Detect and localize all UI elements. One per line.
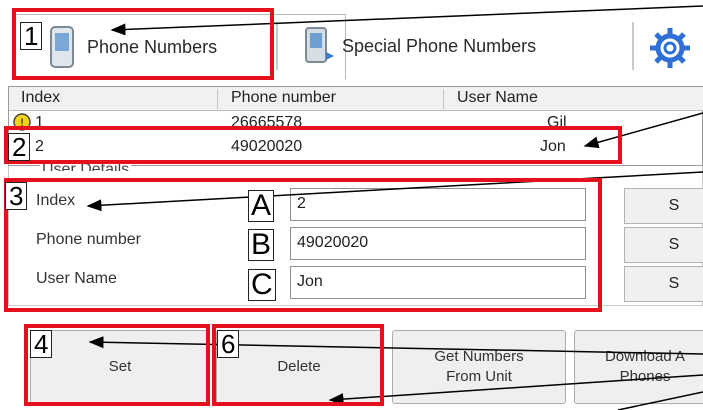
annotation-box <box>4 178 602 312</box>
annotation-badge: 6 <box>217 330 240 358</box>
annotation-badge: 1 <box>20 22 43 50</box>
annotation-badge: 4 <box>30 330 53 358</box>
annotation-badge: 3 <box>5 182 28 210</box>
annotation-badge: 2 <box>8 133 31 161</box>
annotation-box <box>4 126 622 164</box>
annotation-arrow <box>328 374 703 406</box>
field-marker: A <box>248 190 275 222</box>
field-marker: B <box>248 229 275 261</box>
annotation-arrow <box>617 391 703 410</box>
field-marker: C <box>248 269 276 301</box>
annotation-box <box>12 8 274 80</box>
